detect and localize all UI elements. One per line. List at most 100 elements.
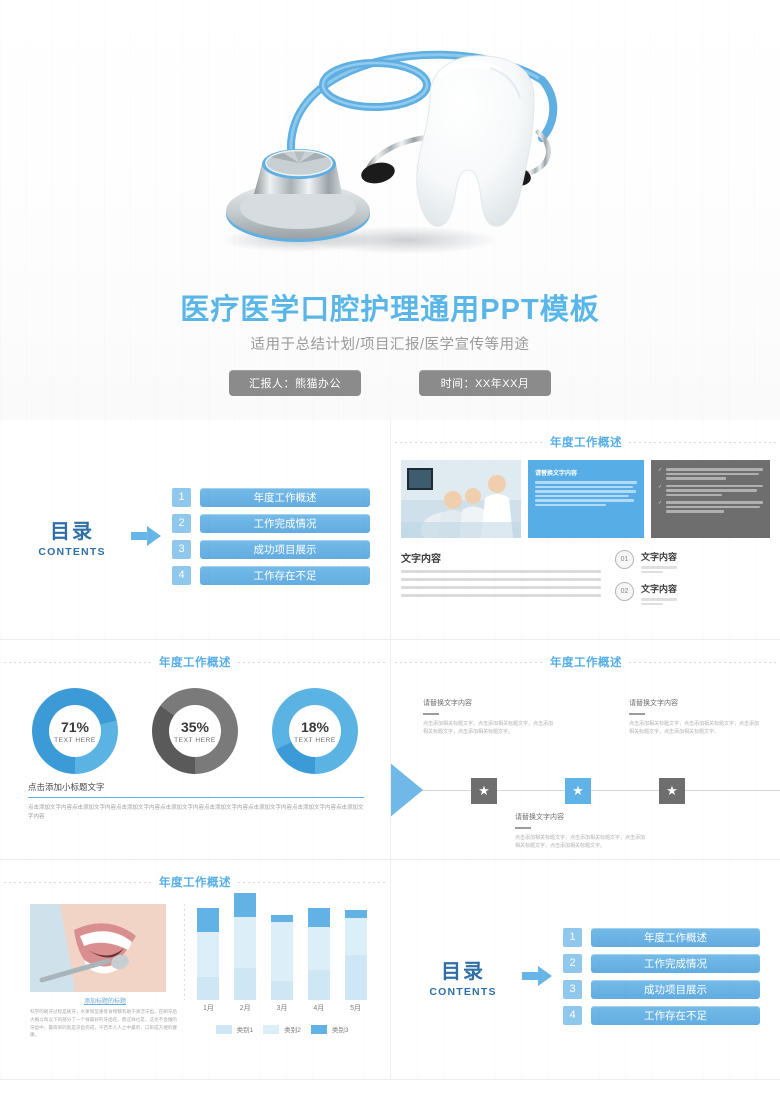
timeline-caption: 请替换文字内容 点击添加相关标题文字，点击添加相关标题文字，点击添加相关标题文字… bbox=[423, 698, 553, 737]
blue-text-panel: 请替换文字内容 bbox=[528, 460, 644, 538]
ppt-template-preview: 医疗医学口腔护理通用PPT模板 适用于总结计划/项目汇报/医学宣传等用途 汇报人… bbox=[0, 0, 780, 1102]
caption-dash bbox=[423, 713, 439, 715]
dotted-rule-right bbox=[238, 661, 386, 663]
bar-segment bbox=[197, 931, 220, 977]
timeline-caption: 请替换文字内容 点击添加相关标题文字，点击添加相关标题文字，点击添加相关标题文字… bbox=[629, 698, 759, 737]
item-title: 文字内容 bbox=[641, 552, 678, 562]
slide-thumbnail-grid: 目录 CONTENTS 1 年度工作概述 2 工作完成情况 3 成功项目展示 4… bbox=[0, 420, 780, 1080]
contents-title-en: CONTENTS bbox=[38, 545, 106, 558]
timeline-node[interactable]: ★ bbox=[471, 778, 497, 804]
bar-segment bbox=[344, 917, 367, 956]
list-item[interactable]: 3 成功项目展示 bbox=[563, 979, 760, 999]
cover-subtitle: 适用于总结计划/项目汇报/医学宣传等用途 bbox=[250, 337, 530, 353]
clinic-photo bbox=[401, 460, 521, 538]
legend-label: 类别2 bbox=[284, 1027, 301, 1034]
bar-segment bbox=[270, 980, 293, 1000]
section-header: 年度工作概述 bbox=[0, 874, 390, 890]
contents-title-en: CONTENTS bbox=[429, 985, 497, 998]
item-number: 02 bbox=[615, 582, 634, 601]
timeline: ★ ★ ★ 请替换文字内容 点击添加相关标题文字，点击添加相关标题文字，点击添加… bbox=[391, 680, 780, 855]
item-number: 1 bbox=[172, 487, 191, 507]
bar-segment bbox=[307, 908, 330, 928]
donut-label: TEXT HERE bbox=[54, 736, 96, 744]
timeline-node[interactable]: ★ bbox=[659, 778, 685, 804]
photo-chart-body: 添加标题的标题 科学的刷牙过程是刷牙，水果和坚果等食物都有助于清洁牙齿，在刷牙后… bbox=[0, 893, 390, 1076]
section-title: 年度工作概述 bbox=[159, 657, 231, 669]
bar-column bbox=[270, 914, 293, 1000]
donut-value: 18% bbox=[300, 718, 330, 735]
slide-contents-2[interactable]: 目录 CONTENTS 1 年度工作概述 2 工作完成情况 3 成功项目展示 4… bbox=[390, 860, 780, 1080]
slide-timeline[interactable]: 年度工作概述 ★ ★ ★ 请替换文字内容 点击添加相关标题文字，点击添加相关标题… bbox=[390, 640, 780, 860]
arrow-right-icon bbox=[124, 526, 168, 546]
cover-title: 医疗医学口腔护理通用PPT模板 bbox=[180, 294, 600, 326]
star-icon: ★ bbox=[666, 783, 678, 798]
bar-segment bbox=[344, 910, 367, 918]
list-item[interactable]: 1 年度工作概述 bbox=[172, 487, 370, 507]
list-item[interactable]: 1 年度工作概述 bbox=[563, 927, 760, 947]
legend-item: 类别2 bbox=[263, 1024, 301, 1034]
list-item[interactable]: 3 成功项目展示 bbox=[172, 539, 370, 559]
donut-chart: 18% TEXT HERE bbox=[272, 688, 358, 774]
panel-title: 请替换文字内容 bbox=[535, 471, 578, 477]
item-label: 工作存在不足 bbox=[591, 1005, 760, 1025]
contents-brand: 目录 CONTENTS bbox=[20, 515, 124, 558]
arrow-right-icon bbox=[391, 762, 423, 823]
contents-list: 1 年度工作概述 2 工作完成情况 3 成功项目展示 4 工作存在不足 bbox=[168, 487, 370, 585]
panel-body bbox=[535, 481, 637, 506]
list-item[interactable]: 2 工作完成情况 bbox=[172, 513, 370, 533]
x-axis-label: 1月 bbox=[202, 1005, 214, 1012]
item-number: 1 bbox=[563, 927, 582, 947]
donut-value: 35% bbox=[180, 718, 210, 735]
stacked-bar-chart: 1月 2月 3月 4月 5月 类别1 类别2 类别3 bbox=[180, 893, 374, 1076]
bar-segment bbox=[234, 893, 257, 917]
legend-swatch bbox=[215, 1024, 232, 1034]
list-item[interactable]: 01 文字内容 bbox=[615, 550, 770, 573]
list-item[interactable]: 4 工作存在不足 bbox=[172, 565, 370, 585]
list-item[interactable]: 02 文字内容 bbox=[615, 582, 770, 605]
bar-segment bbox=[270, 914, 293, 923]
list-item[interactable]: 2 工作完成情况 bbox=[563, 953, 760, 973]
item-number: 4 bbox=[563, 1005, 582, 1025]
item-label: 工作存在不足 bbox=[200, 565, 370, 585]
chart-x-labels: 1月 2月 3月 4月 5月 bbox=[190, 1003, 374, 1013]
dental-mouth-photo bbox=[30, 904, 166, 992]
contents-brand: 目录 CONTENTS bbox=[411, 955, 515, 998]
x-axis-label: 2月 bbox=[239, 1005, 251, 1012]
donut-chart-group: 71% TEXT HERE 35% TEXT HERE 18% TEXT HER… bbox=[0, 688, 390, 774]
text-block-body bbox=[401, 570, 601, 597]
donut-caption: 点击添加小标题文字 点击添加文字内容点击添加文字内容点击添加文字内容点击添加文字… bbox=[28, 781, 364, 822]
caption-body: 点击添加相关标题文字，点击添加相关标题文字，点击添加相关标题文字，点击添加相关标… bbox=[423, 720, 554, 736]
section-title: 年度工作概述 bbox=[159, 877, 231, 889]
bar-segment bbox=[234, 968, 257, 1000]
checklist-item bbox=[658, 467, 763, 480]
bar-segment bbox=[197, 976, 220, 1000]
contents-title-cn: 目录 bbox=[441, 960, 485, 983]
cover-badges: 汇报人：熊猫办公 时间：XX年XX月 bbox=[0, 370, 780, 396]
section-header: 年度工作概述 bbox=[391, 434, 780, 450]
item-label: 工作完成情况 bbox=[591, 953, 760, 973]
slide-donut-charts[interactable]: 年度工作概述 71% TEXT HERE 35% TEXT HERE 18% T… bbox=[0, 640, 390, 860]
bar-segment bbox=[307, 970, 330, 1000]
dotted-rule-left bbox=[395, 661, 543, 663]
slide-overview[interactable]: 年度工作概述 请替换文字内容 ✓ ✓ ✓ 文字内容 01 文字内容 02 文字内… bbox=[390, 420, 780, 640]
caption-rule bbox=[28, 796, 364, 799]
item-number: 3 bbox=[563, 979, 582, 999]
section-header: 年度工作概述 bbox=[391, 654, 780, 670]
contents-title-cn: 目录 bbox=[50, 520, 94, 543]
bar-column bbox=[307, 908, 330, 1000]
bar-segment bbox=[344, 955, 367, 1000]
donut-label: TEXT HERE bbox=[174, 736, 216, 744]
list-item[interactable]: 4 工作存在不足 bbox=[563, 1005, 760, 1025]
section-header: 年度工作概述 bbox=[0, 654, 390, 670]
slide-row-3: 年度工作概述 添加标题的标题 科学的刷牙过程是刷牙，水果和坚果等食物都有助于清洁… bbox=[0, 860, 780, 1080]
chart-axis bbox=[184, 904, 185, 1000]
dotted-rule-left bbox=[4, 881, 152, 883]
dotted-rule-left bbox=[395, 441, 543, 443]
slide-contents-1[interactable]: 目录 CONTENTS 1 年度工作概述 2 工作完成情况 3 成功项目展示 4… bbox=[0, 420, 390, 640]
date-badge: 时间：XX年XX月 bbox=[419, 370, 551, 396]
timeline-caption: 请替换文字内容 点击添加相关标题文字，点击添加相关标题文字，点击添加相关标题文字… bbox=[515, 812, 645, 851]
timeline-node[interactable]: ★ bbox=[565, 778, 591, 804]
x-axis-label: 4月 bbox=[313, 1005, 325, 1012]
dotted-rule-right bbox=[629, 441, 777, 443]
slide-photo-bar-chart[interactable]: 年度工作概述 添加标题的标题 科学的刷牙过程是刷牙，水果和坚果等食物都有助于清洁… bbox=[0, 860, 390, 1080]
